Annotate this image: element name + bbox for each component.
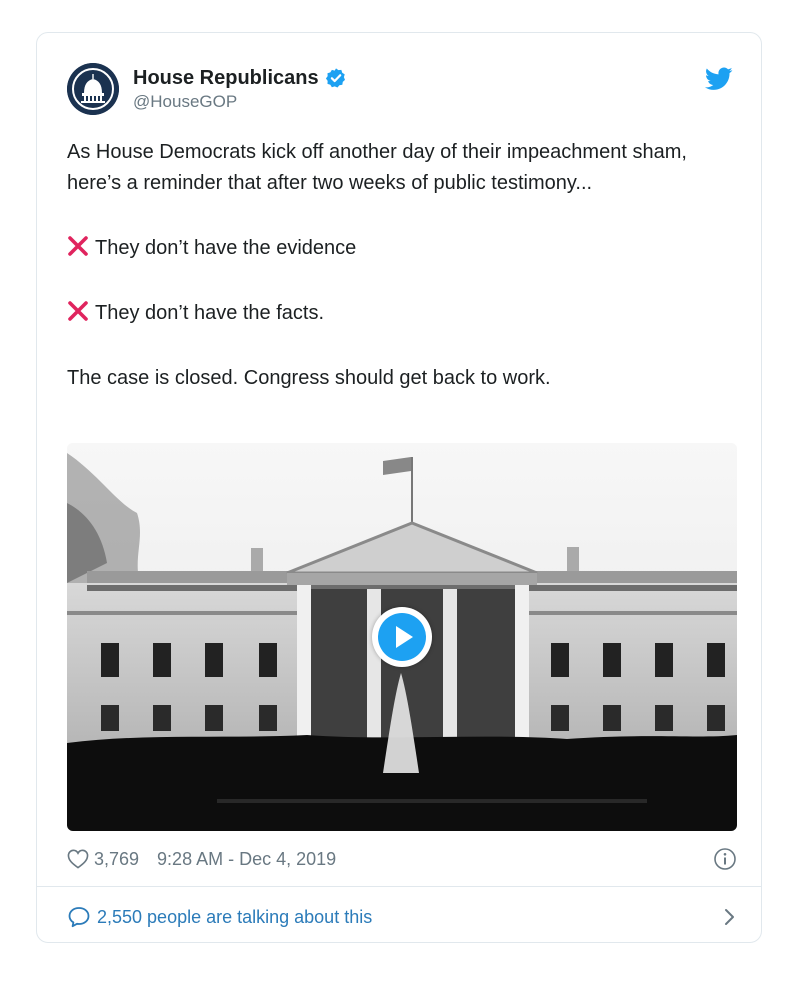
avatar[interactable] xyxy=(67,63,119,115)
speech-bubble-icon xyxy=(68,907,90,928)
cross-mark-icon xyxy=(68,236,88,256)
bullet-text-evidence: They don’t have the evidence xyxy=(95,237,357,259)
cross-mark-icon xyxy=(68,301,88,321)
capitol-dome-logo xyxy=(67,63,119,115)
play-button[interactable] xyxy=(372,607,432,667)
tweet-line-intro: As House Democrats kick off another day … xyxy=(67,141,687,194)
bullet-text-facts: They don’t have the facts. xyxy=(95,302,325,324)
display-name[interactable]: House Republicans xyxy=(133,66,319,90)
conversation-link[interactable]: 2,550 people are talking about this xyxy=(67,903,737,931)
talking-count-text: 2,550 people are talking about this xyxy=(97,906,373,927)
play-icon xyxy=(396,626,413,648)
chevron-right-icon xyxy=(725,909,734,925)
display-name-row: House Republicans xyxy=(133,66,347,90)
tweet-meta: 3,769 9:28 AM - Dec 4, 2019 xyxy=(67,845,737,873)
info-icon[interactable] xyxy=(713,847,737,871)
verified-badge-icon xyxy=(325,68,345,88)
author-names: House Republicans @HouseGOP xyxy=(133,66,347,113)
video-player[interactable] xyxy=(67,443,737,831)
tweet-text: As House Democrats kick off another day … xyxy=(67,137,737,394)
tweet-header: House Republicans @HouseGOP xyxy=(67,63,733,119)
divider xyxy=(37,886,761,887)
heart-icon[interactable] xyxy=(67,849,89,869)
tweet-line-closing: The case is closed. Congress should get … xyxy=(67,367,551,389)
tweet-card: House Republicans @HouseGOP As House Dem… xyxy=(36,32,762,943)
like-count[interactable]: 3,769 xyxy=(94,849,139,870)
author-handle[interactable]: @HouseGOP xyxy=(133,91,347,113)
tweet-bullet-facts: They don’t have the facts. xyxy=(67,298,737,329)
tweet-timestamp[interactable]: 9:28 AM - Dec 4, 2019 xyxy=(157,849,336,870)
twitter-bird-icon[interactable] xyxy=(705,67,733,91)
tweet-bullet-evidence: They don’t have the evidence xyxy=(67,233,737,264)
